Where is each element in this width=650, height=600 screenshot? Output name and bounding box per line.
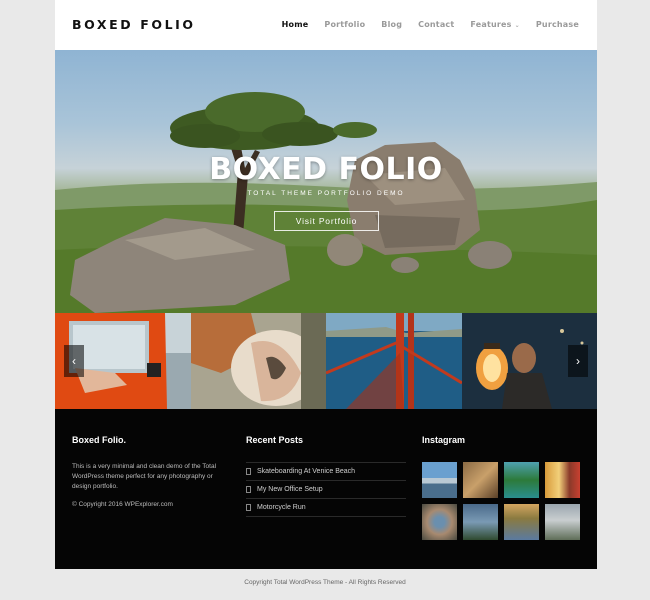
document-icon	[246, 486, 251, 493]
nav-features-label: Features	[470, 20, 512, 29]
instagram-photo[interactable]	[463, 462, 498, 498]
instagram-photo[interactable]	[422, 504, 457, 540]
nav-purchase[interactable]: Purchase	[536, 20, 579, 29]
recent-posts-widget: Recent Posts Skateboarding At Venice Bea…	[246, 435, 406, 517]
carousel-item-tattoo[interactable]	[190, 313, 326, 409]
tattoo-photo	[190, 313, 326, 409]
site-header: BOXED FOLIO Home Portfolio Blog Contact …	[55, 0, 597, 50]
chevron-down-icon: ⌄	[514, 22, 520, 29]
instagram-photo[interactable]	[504, 462, 539, 498]
document-icon	[246, 504, 251, 511]
nav-portfolio[interactable]: Portfolio	[324, 20, 365, 29]
about-text: This is a very minimal and clean demo of…	[72, 463, 217, 490]
instagram-photo[interactable]	[422, 462, 457, 498]
footer-widgets: Boxed Folio. This is a very minimal and …	[55, 409, 597, 569]
instagram-photo[interactable]	[545, 504, 580, 540]
portfolio-carousel: ‹ ›	[55, 313, 597, 409]
instagram-photo[interactable]	[463, 504, 498, 540]
nav-features[interactable]: Features ⌄	[470, 20, 519, 29]
bridge-photo	[326, 313, 462, 409]
recent-post-link[interactable]: Skateboarding At Venice Beach	[257, 468, 355, 475]
chevron-right-icon: ›	[576, 354, 580, 368]
nav-home[interactable]: Home	[282, 20, 309, 29]
instagram-photo[interactable]	[545, 462, 580, 498]
recent-post-item[interactable]: Motorcycle Run	[246, 499, 406, 517]
recent-post-item[interactable]: My New Office Setup	[246, 481, 406, 499]
bottom-copyright: Copyright Total WordPress Theme - All Ri…	[244, 579, 406, 586]
recent-posts-title: Recent Posts	[246, 435, 304, 445]
nav-blog[interactable]: Blog	[381, 20, 402, 29]
carousel-next-button[interactable]: ›	[568, 345, 588, 377]
recent-post-item[interactable]: Skateboarding At Venice Beach	[246, 462, 406, 481]
about-widget: Boxed Folio. This is a very minimal and …	[72, 435, 232, 510]
about-copyright: © Copyright 2016 WPExplorer.com	[72, 501, 173, 508]
instagram-widget: Instagram	[422, 435, 587, 540]
recent-post-link[interactable]: Motorcycle Run	[257, 504, 306, 511]
instagram-photo[interactable]	[504, 504, 539, 540]
document-icon	[246, 468, 251, 475]
hero-banner: BOXED FOLIO TOTAL THEME PORTFOLIO DEMO V…	[55, 50, 597, 313]
recent-post-link[interactable]: My New Office Setup	[257, 486, 323, 493]
carousel-prev-button[interactable]: ‹	[64, 345, 84, 377]
instagram-title: Instagram	[422, 435, 466, 445]
hero-title: BOXED FOLIO	[209, 152, 443, 187]
site-container: BOXED FOLIO Home Portfolio Blog Contact …	[55, 0, 597, 569]
nav-contact[interactable]: Contact	[418, 20, 454, 29]
main-nav: Home Portfolio Blog Contact Features ⌄ Pu…	[266, 20, 579, 29]
chevron-left-icon: ‹	[72, 354, 76, 368]
carousel-item-bridge[interactable]	[326, 313, 462, 409]
hero-subtitle: TOTAL THEME PORTFOLIO DEMO	[247, 190, 405, 197]
visit-portfolio-button[interactable]: Visit Portfolio	[274, 211, 379, 231]
about-title: Boxed Folio.	[72, 435, 126, 445]
site-logo[interactable]: BOXED FOLIO	[72, 17, 196, 32]
instagram-grid	[422, 462, 587, 540]
